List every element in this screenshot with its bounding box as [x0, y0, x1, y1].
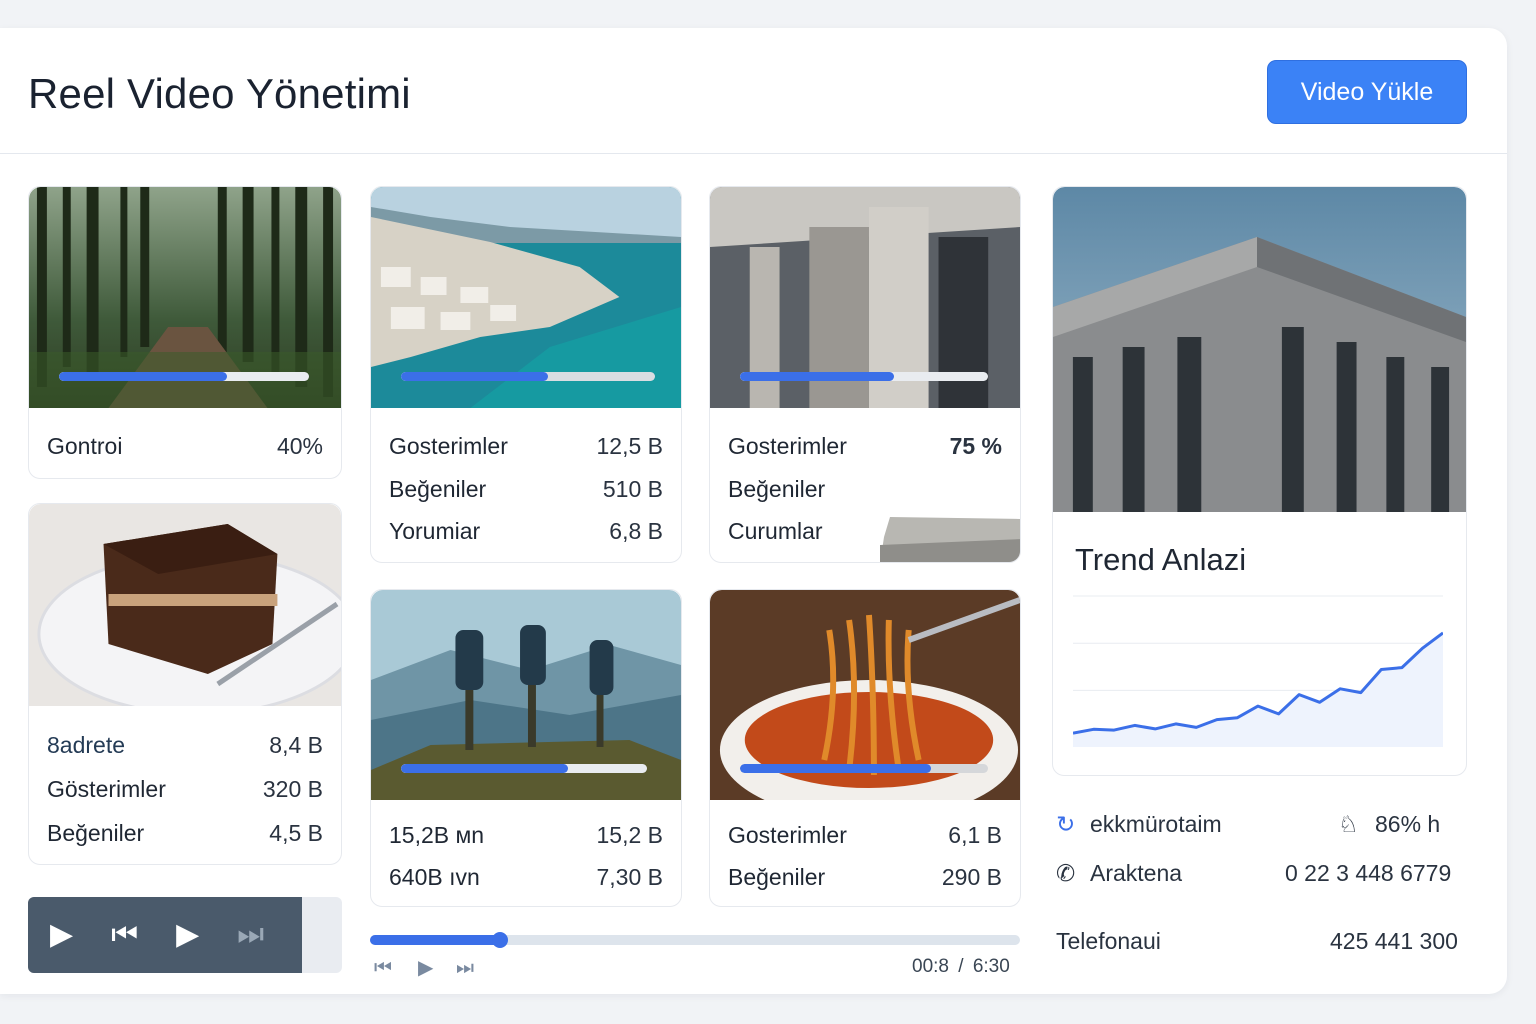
phone-icon: ✆ — [1056, 860, 1076, 886]
video-progress-bar[interactable] — [401, 372, 655, 381]
play-icon[interactable]: ▶ — [50, 920, 73, 950]
playback-timeline[interactable] — [370, 932, 1020, 948]
link-icon: ↻ — [1056, 811, 1076, 837]
stat-row: Beğeniler 510 B — [389, 476, 663, 502]
video-progress-bar[interactable] — [401, 764, 647, 773]
video-card-cake[interactable]: 8adrete 8,4 B Gösterimler 320 B Beğeniler 4… — [28, 503, 342, 865]
info-label: Araktena — [1090, 860, 1183, 886]
video-progress-bar[interactable] — [59, 372, 309, 381]
video-card-building[interactable]: Gosterimler 75 % Beğeniler Curumlar — [709, 186, 1021, 563]
stat-row: Beğeniler 4,5 B — [47, 820, 323, 846]
stat-row: 8adrete 8,4 B — [47, 732, 323, 758]
video-card-coastal[interactable]: Gosterimler 12,5 B Beğeniler 510 B Yorumia… — [370, 186, 682, 563]
play-icon[interactable]: ▶ — [176, 920, 199, 950]
trend-card: Trend Anlazi — [1052, 186, 1467, 776]
skip-back-icon[interactable]: ⏮ — [374, 955, 392, 979]
stat-row: Gosterimler 12,5 B — [389, 433, 663, 459]
playback-time: 00:8 / 6:30 — [912, 956, 1010, 977]
video-card-hikers[interactable]: 15,2B мn 15,2 B 640B ıvn 7,30 B — [370, 589, 682, 907]
stat-row: Beğeniler — [728, 476, 826, 502]
stat-row: Beğeniler 290 B — [728, 864, 1002, 890]
skip-back-icon[interactable]: ⏮ — [111, 920, 138, 950]
trend-image-building — [1053, 187, 1466, 512]
stat-row: Gosterimler 75 % — [728, 433, 1002, 459]
upload-video-button[interactable]: Video Yükle — [1267, 60, 1467, 124]
info-value: 0 22 3 448 6779 — [1285, 860, 1452, 886]
stat-row: 15,2B мn 15,2 B — [389, 822, 663, 848]
video-progress-bar[interactable] — [740, 764, 988, 773]
page-title: Reel Video Yönetimi — [28, 70, 411, 117]
skip-forward-icon[interactable]: ⏭ — [456, 955, 474, 979]
video-thumbnail-cake[interactable] — [29, 504, 341, 706]
info-label: Telefonaui — [1056, 928, 1161, 954]
stat-row: 640B ıvn 7,30 B — [389, 864, 663, 890]
trend-title: Trend Anlazi — [1075, 542, 1247, 577]
video-progress-bar[interactable] — [740, 372, 988, 381]
play-icon[interactable]: ▶ — [418, 955, 433, 979]
skip-forward-icon[interactable]: ⏭ — [237, 920, 264, 950]
stat-row: Yorumiar 6,8 B — [389, 518, 663, 544]
info-label: ekkmürotaim — [1090, 811, 1222, 837]
timeline-scrubber-handle[interactable] — [492, 932, 508, 948]
building-fragment-decoration — [880, 517, 1020, 562]
info-value: 86% h — [1375, 811, 1441, 837]
stat-row: Gosterimler 6,1 B — [728, 822, 1002, 848]
stat-row: Gontroi 40% — [47, 433, 323, 459]
trend-chart — [1073, 595, 1443, 747]
video-card-spaghetti[interactable]: Gosterimler 6,1 B Beğeniler 290 B — [709, 589, 1021, 907]
bell-icon: ♘ — [1338, 811, 1359, 837]
info-value: 425 441 300 — [1330, 928, 1458, 954]
video-card-forest[interactable]: Gontroi 40% — [28, 186, 342, 479]
stat-row: Gösterimler 320 B — [47, 776, 323, 802]
player-controls: ▶ ⏮ ▶ ⏭ — [28, 897, 342, 973]
